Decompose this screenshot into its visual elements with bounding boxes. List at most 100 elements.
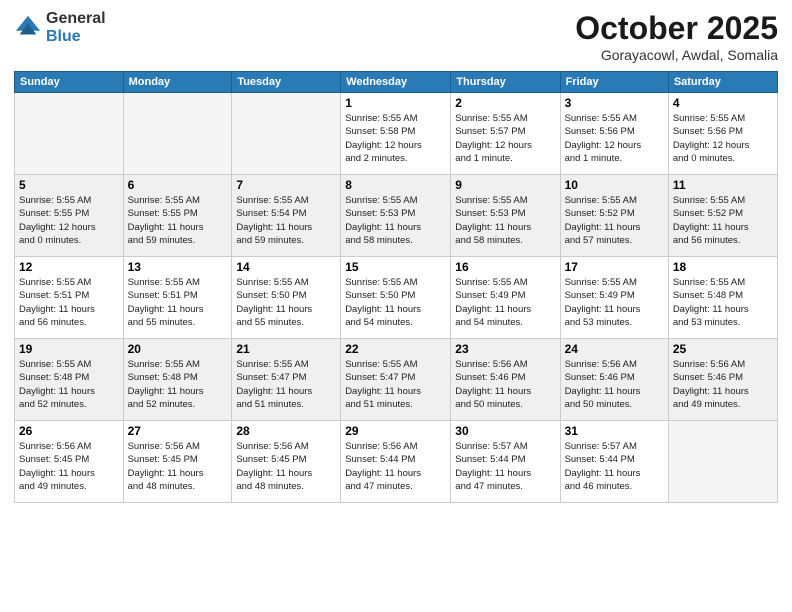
calendar-cell: 22 Sunrise: 5:55 AMSunset: 5:47 PMDayligh… [341,339,451,421]
day-number: 17 [565,260,664,274]
day-number: 30 [455,424,555,438]
calendar-cell: 14Sunrise: 5:55 AMSunset: 5:50 PMDayligh… [232,257,341,339]
day-info: Sunrise: 5:55 AMSunset: 5:50 PMDaylight:… [345,276,446,329]
day-info: Sunrise: 5:55 AMSunset: 5:56 PMDaylight:… [673,112,773,165]
day-number: 15 [345,260,446,274]
day-info: Sunrise: 5:55 AMSunset: 5:49 PMDaylight:… [455,276,555,329]
day-number: 9 [455,178,555,192]
calendar-cell: 25 Sunrise: 5:56 AMSunset: 5:46 PMDayligh… [668,339,777,421]
calendar-table: Sunday Monday Tuesday Wednesday Thursday… [14,71,778,503]
calendar-cell: 7Sunrise: 5:55 AMSunset: 5:54 PMDaylight… [232,175,341,257]
calendar-cell: 17 Sunrise: 5:55 AMSunset: 5:49 PMDayligh… [560,257,668,339]
day-info: Sunrise: 5:55 AMSunset: 5:53 PMDaylight:… [455,194,555,247]
calendar-cell: 21Sunrise: 5:55 AMSunset: 5:47 PMDayligh… [232,339,341,421]
header-tuesday: Tuesday [232,72,341,93]
day-number: 23 [455,342,555,356]
calendar-cell: 1Sunrise: 5:55 AMSunset: 5:58 PMDaylight… [341,93,451,175]
calendar-week-row: 12 Sunrise: 5:55 AMSunset: 5:51 PMDayligh… [15,257,778,339]
calendar-cell: 27 Sunrise: 5:56 AMSunset: 5:45 PMDayligh… [123,421,232,503]
day-number: 12 [19,260,119,274]
logo: General Blue [14,10,106,46]
day-number: 18 [673,260,773,274]
header-sunday: Sunday [15,72,124,93]
logo-icon [14,14,42,42]
calendar-cell: 13 Sunrise: 5:55 AMSunset: 5:51 PMDayligh… [123,257,232,339]
day-info: Sunrise: 5:55 AMSunset: 5:48 PMDaylight:… [673,276,773,329]
day-number: 1 [345,96,446,110]
day-number: 16 [455,260,555,274]
day-info: Sunrise: 5:56 AMSunset: 5:44 PMDaylight:… [345,440,446,493]
calendar-cell: 28 Sunrise: 5:56 AMSunset: 5:45 PMDayligh… [232,421,341,503]
day-number: 28 [236,424,336,438]
calendar-cell: 19Sunrise: 5:55 AMSunset: 5:48 PMDayligh… [15,339,124,421]
day-number: 24 [565,342,664,356]
page: General Blue October 2025 Gorayacowl, Aw… [0,0,792,612]
day-number: 26 [19,424,119,438]
day-number: 4 [673,96,773,110]
day-info: Sunrise: 5:55 AMSunset: 5:57 PMDaylight:… [455,112,555,165]
day-info: Sunrise: 5:57 AMSunset: 5:44 PMDaylight:… [565,440,664,493]
calendar-cell: 12 Sunrise: 5:55 AMSunset: 5:51 PMDayligh… [15,257,124,339]
month-title: October 2025 [575,10,778,47]
day-info: Sunrise: 5:57 AMSunset: 5:44 PMDaylight:… [455,440,555,493]
calendar-cell: 26 Sunrise: 5:56 AMSunset: 5:45 PMDayligh… [15,421,124,503]
day-number: 10 [565,178,664,192]
day-info: Sunrise: 5:56 AMSunset: 5:45 PMDaylight:… [128,440,228,493]
day-info: Sunrise: 5:56 AMSunset: 5:46 PMDaylight:… [673,358,773,411]
calendar-cell [123,93,232,175]
calendar-cell: 8Sunrise: 5:55 AMSunset: 5:53 PMDaylight… [341,175,451,257]
day-info: Sunrise: 5:55 AMSunset: 5:50 PMDaylight:… [236,276,336,329]
day-number: 29 [345,424,446,438]
day-number: 6 [128,178,228,192]
header-monday: Monday [123,72,232,93]
day-info: Sunrise: 5:56 AMSunset: 5:46 PMDaylight:… [455,358,555,411]
day-number: 20 [128,342,228,356]
day-number: 8 [345,178,446,192]
day-info: Sunrise: 5:56 AMSunset: 5:45 PMDaylight:… [236,440,336,493]
calendar-week-row: 1Sunrise: 5:55 AMSunset: 5:58 PMDaylight… [15,93,778,175]
calendar-week-row: 19Sunrise: 5:55 AMSunset: 5:48 PMDayligh… [15,339,778,421]
calendar-cell [15,93,124,175]
header-thursday: Thursday [451,72,560,93]
day-info: Sunrise: 5:55 AMSunset: 5:55 PMDaylight:… [128,194,228,247]
day-number: 3 [565,96,664,110]
day-number: 27 [128,424,228,438]
title-block: October 2025 Gorayacowl, Awdal, Somalia [575,10,778,63]
day-info: Sunrise: 5:55 AMSunset: 5:49 PMDaylight:… [565,276,664,329]
header-saturday: Saturday [668,72,777,93]
header-friday: Friday [560,72,668,93]
calendar-cell: 5Sunrise: 5:55 AMSunset: 5:55 PMDaylight… [15,175,124,257]
calendar-cell: 30 Sunrise: 5:57 AMSunset: 5:44 PMDayligh… [451,421,560,503]
calendar-cell: 4 Sunrise: 5:55 AMSunset: 5:56 PMDaylight… [668,93,777,175]
calendar-cell: 3 Sunrise: 5:55 AMSunset: 5:56 PMDaylight… [560,93,668,175]
calendar-cell [668,421,777,503]
day-number: 22 [345,342,446,356]
day-info: Sunrise: 5:56 AMSunset: 5:45 PMDaylight:… [19,440,119,493]
day-info: Sunrise: 5:55 AMSunset: 5:52 PMDaylight:… [565,194,664,247]
day-info: Sunrise: 5:55 AMSunset: 5:51 PMDaylight:… [128,276,228,329]
day-info: Sunrise: 5:55 AMSunset: 5:52 PMDaylight:… [673,194,773,247]
calendar-week-row: 5 Sunrise: 5:55 AMSunset: 5:55 PMDaylight… [15,175,778,257]
day-number: 11 [673,178,773,192]
day-info: Sunrise: 5:55 AMSunset: 5:54 PMDaylight:… [236,194,336,247]
day-number: 25 [673,342,773,356]
calendar-cell: 9 Sunrise: 5:55 AMSunset: 5:53 PMDaylight… [451,175,560,257]
calendar-cell: 23 Sunrise: 5:56 AMSunset: 5:46 PMDayligh… [451,339,560,421]
day-info: Sunrise: 5:55 AMSunset: 5:51 PMDaylight:… [19,276,119,329]
day-info: Sunrise: 5:55 AMSunset: 5:48 PMDaylight:… [128,358,228,411]
weekday-header-row: Sunday Monday Tuesday Wednesday Thursday… [15,72,778,93]
calendar-cell: 6 Sunrise: 5:55 AMSunset: 5:55 PMDaylight… [123,175,232,257]
header-wednesday: Wednesday [341,72,451,93]
day-info: Sunrise: 5:56 AMSunset: 5:46 PMDaylight:… [565,358,664,411]
calendar-cell [232,93,341,175]
location-subtitle: Gorayacowl, Awdal, Somalia [575,47,778,63]
day-info: Sunrise: 5:55 AMSunset: 5:48 PMDaylight:… [19,358,119,411]
day-info: Sunrise: 5:55 AMSunset: 5:47 PMDaylight:… [345,358,446,411]
day-number: 2 [455,96,555,110]
day-number: 5 [19,178,119,192]
logo-text: General Blue [46,10,106,46]
day-number: 21 [236,342,336,356]
calendar-week-row: 26 Sunrise: 5:56 AMSunset: 5:45 PMDayligh… [15,421,778,503]
day-number: 13 [128,260,228,274]
day-info: Sunrise: 5:55 AMSunset: 5:56 PMDaylight:… [565,112,664,165]
